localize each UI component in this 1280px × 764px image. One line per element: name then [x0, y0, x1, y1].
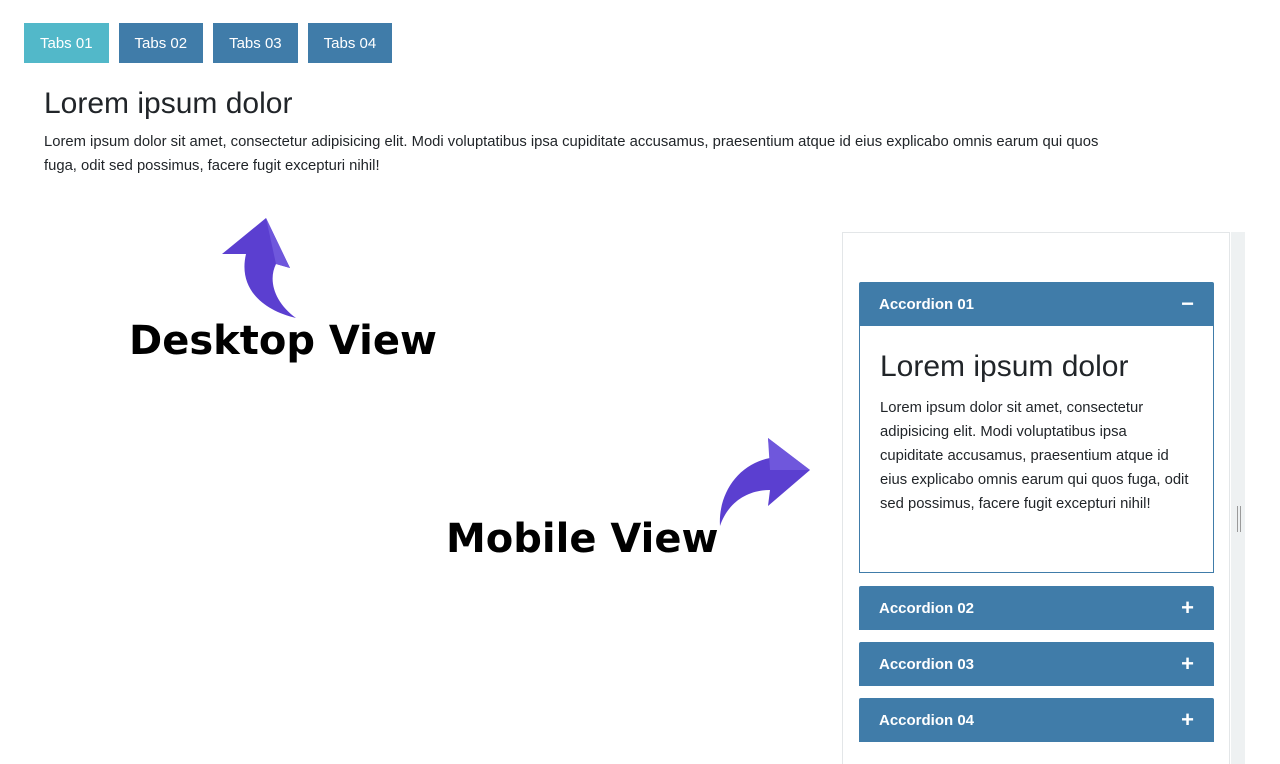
mobile-preview-frame: Accordion 01 − Lorem ipsum dolor Lorem i… [842, 232, 1230, 764]
accordion-item-04: Accordion 04 + [859, 698, 1214, 742]
desktop-panel-title: Lorem ipsum dolor [44, 87, 293, 120]
curved-arrow-right-icon [719, 438, 810, 526]
accordion-label: Accordion 02 [879, 599, 975, 617]
accordion-item-01: Accordion 01 − Lorem ipsum dolor Lorem i… [859, 282, 1214, 573]
accordion-header-03[interactable]: Accordion 03 + [859, 642, 1214, 686]
desktop-tab-panel: Lorem ipsum dolor Lorem ipsum dolor sit … [44, 86, 1104, 178]
plus-icon: + [1181, 707, 1194, 732]
page: Tabs 01 Tabs 02 Tabs 03 Tabs 04 Lorem ip… [0, 0, 1280, 764]
accordion-item-03: Accordion 03 + [859, 642, 1214, 686]
accordion-label: Accordion 01 [879, 295, 975, 313]
accordion-item-02: Accordion 02 + [859, 586, 1214, 630]
accordion-header-02[interactable]: Accordion 02 + [859, 586, 1214, 630]
mobile-view-label: Mobile View [446, 516, 719, 562]
accordion-body-title: Lorem ipsum dolor [880, 350, 1129, 383]
accordion-body-01: Lorem ipsum dolor Lorem ipsum dolor sit … [859, 326, 1214, 573]
curved-arrow-up-icon [222, 218, 296, 318]
tabs-bar: Tabs 01 Tabs 02 Tabs 03 Tabs 04 [24, 23, 393, 63]
accordion-header-04[interactable]: Accordion 04 + [859, 698, 1214, 742]
mobile-scrollbar[interactable] [1231, 232, 1245, 764]
desktop-panel-text: Lorem ipsum dolor sit amet, consectetur … [44, 134, 1099, 174]
accordion-label: Accordion 04 [879, 711, 975, 729]
minus-icon: − [1181, 291, 1194, 316]
tab-03[interactable]: Tabs 03 [213, 23, 298, 63]
desktop-view-label: Desktop View [129, 318, 437, 364]
accordion-header-01[interactable]: Accordion 01 − [859, 282, 1214, 326]
scrollbar-grip-icon[interactable] [1237, 506, 1241, 532]
tab-01[interactable]: Tabs 01 [24, 23, 109, 63]
accordion-body-text: Lorem ipsum dolor sit amet, consectetur … [880, 400, 1189, 512]
plus-icon: + [1181, 595, 1194, 620]
tab-02[interactable]: Tabs 02 [118, 23, 204, 63]
accordion-label: Accordion 03 [879, 655, 975, 673]
tab-04[interactable]: Tabs 04 [307, 23, 393, 63]
plus-icon: + [1181, 651, 1194, 676]
